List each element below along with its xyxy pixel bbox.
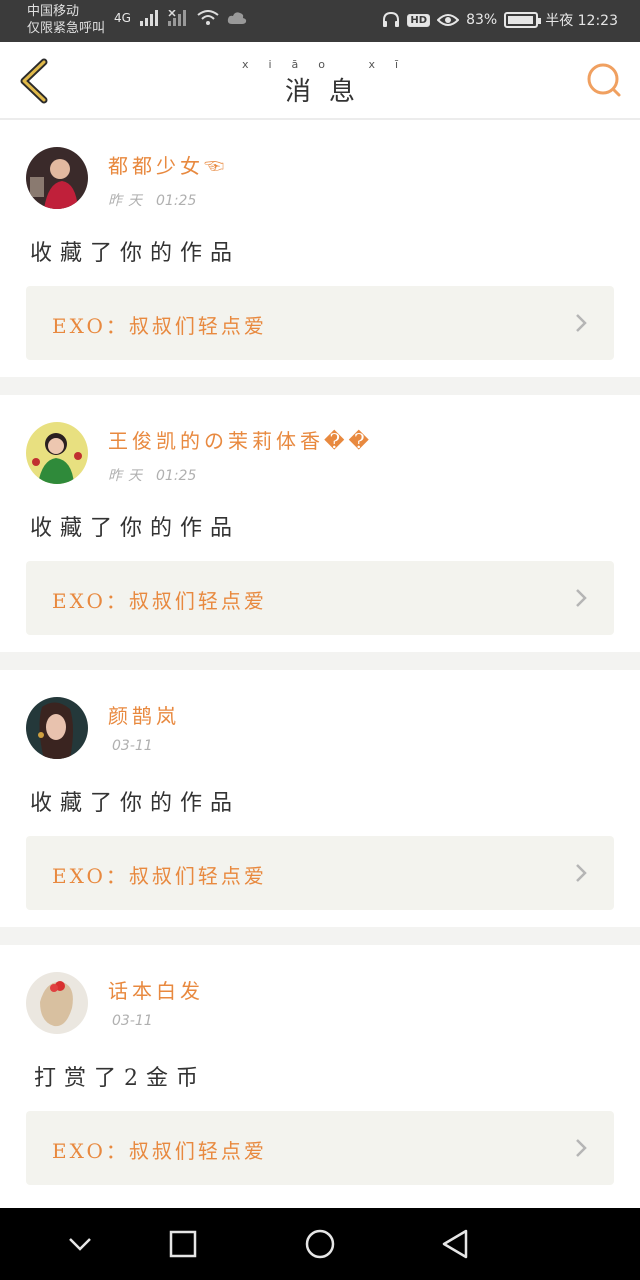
avatar[interactable] (26, 422, 88, 484)
timestamp-time: 01:25 (156, 468, 197, 484)
divider (0, 377, 640, 395)
timestamp-time: 03-11 (112, 1013, 153, 1029)
avatar[interactable] (26, 697, 88, 759)
timestamp: 昨天 01:25 (108, 190, 196, 210)
system-nav-bar (0, 1208, 640, 1280)
page-title-pinyin: xiāo xī (241, 58, 419, 71)
search-icon[interactable] (586, 62, 622, 98)
timestamp-time: 01:25 (156, 193, 197, 209)
message-item: 话本白发 03-11 打赏了2金币 EXO：叔叔们轻点爱 (0, 945, 640, 1208)
timestamp: 03-11 (104, 1013, 153, 1029)
cloud-icon (227, 12, 247, 24)
timestamp-time: 03-11 (112, 738, 153, 754)
message-item: 王俊凯的の茉莉体香�� 昨天 01:25 收藏了你的作品 EXO：叔叔们轻点爱 (0, 395, 640, 652)
hd-icon: HD (407, 13, 431, 27)
username[interactable]: 颜鹊岚 (108, 700, 180, 729)
carrier-text: 中国移动 仅限紧急呼叫 (27, 3, 105, 37)
network-indicators: 4G (114, 10, 247, 26)
battery-percent: 83% (466, 12, 498, 28)
signal-icon (139, 10, 158, 26)
work-link[interactable]: EXO：叔叔们轻点爱 (26, 286, 614, 360)
work-link[interactable]: EXO：叔叔们轻点爱 (26, 836, 614, 910)
action-text: 收藏了你的作品 (30, 516, 241, 541)
chevron-right-icon (576, 589, 587, 607)
timestamp-day: 昨天 (108, 193, 148, 209)
headphones-icon (383, 11, 400, 27)
status-right: HD 83% 半夜 12:23 (382, 10, 618, 30)
timestamp: 03-11 (104, 738, 153, 754)
clock: 半夜 12:23 (545, 13, 618, 29)
eye-icon (437, 14, 460, 26)
chevron-right-icon (576, 1139, 587, 1157)
carrier-line2: 仅限紧急呼叫 (27, 21, 106, 36)
recent-apps-icon[interactable] (165, 1226, 201, 1262)
home-icon[interactable] (302, 1226, 338, 1262)
timestamp-day: 昨天 (108, 468, 148, 484)
battery-icon (504, 12, 542, 28)
action-text: 打赏了2金币 (34, 1066, 206, 1091)
work-title: EXO：叔叔们轻点爱 (52, 1139, 267, 1163)
work-title: EXO：叔叔们轻点爱 (52, 314, 267, 338)
collapse-icon[interactable] (62, 1226, 98, 1262)
avatar[interactable] (26, 147, 88, 209)
action-text: 收藏了你的作品 (30, 241, 241, 266)
wifi-icon (197, 10, 219, 25)
work-title: EXO：叔叔们轻点爱 (52, 589, 267, 613)
chevron-right-icon (576, 314, 587, 332)
username[interactable]: 话本白发 (108, 975, 204, 1004)
status-bar: 中国移动 仅限紧急呼叫 4G HD 83% 半夜 12:23 (0, 0, 640, 42)
page-title-wrap: xiāo xī 消息 (0, 58, 640, 108)
header: xiāo xī 消息 (0, 42, 640, 120)
work-link[interactable]: EXO：叔叔们轻点爱 (26, 1111, 614, 1185)
action-text: 收藏了你的作品 (30, 791, 241, 816)
username[interactable]: 都都少女☜ (108, 150, 228, 179)
back-icon[interactable] (438, 1226, 474, 1262)
message-item: 颜鹊岚 03-11 收藏了你的作品 EXO：叔叔们轻点爱 (0, 670, 640, 927)
work-title: EXO：叔叔们轻点爱 (52, 864, 267, 888)
username[interactable]: 王俊凯的の茉莉体香�� (108, 425, 373, 454)
carrier-line1: 中国移动 (27, 4, 80, 19)
page-title: 消息 (284, 77, 373, 107)
no-signal-icon (167, 10, 186, 26)
divider (0, 927, 640, 945)
chevron-right-icon (576, 864, 587, 882)
divider (0, 652, 640, 670)
avatar[interactable] (26, 972, 88, 1034)
work-link[interactable]: EXO：叔叔们轻点爱 (26, 561, 614, 635)
network-type: 4G (114, 11, 131, 25)
timestamp: 昨天 01:25 (108, 465, 196, 485)
message-item: 都都少女☜ 昨天 01:25 收藏了你的作品 EXO：叔叔们轻点爱 (0, 120, 640, 377)
